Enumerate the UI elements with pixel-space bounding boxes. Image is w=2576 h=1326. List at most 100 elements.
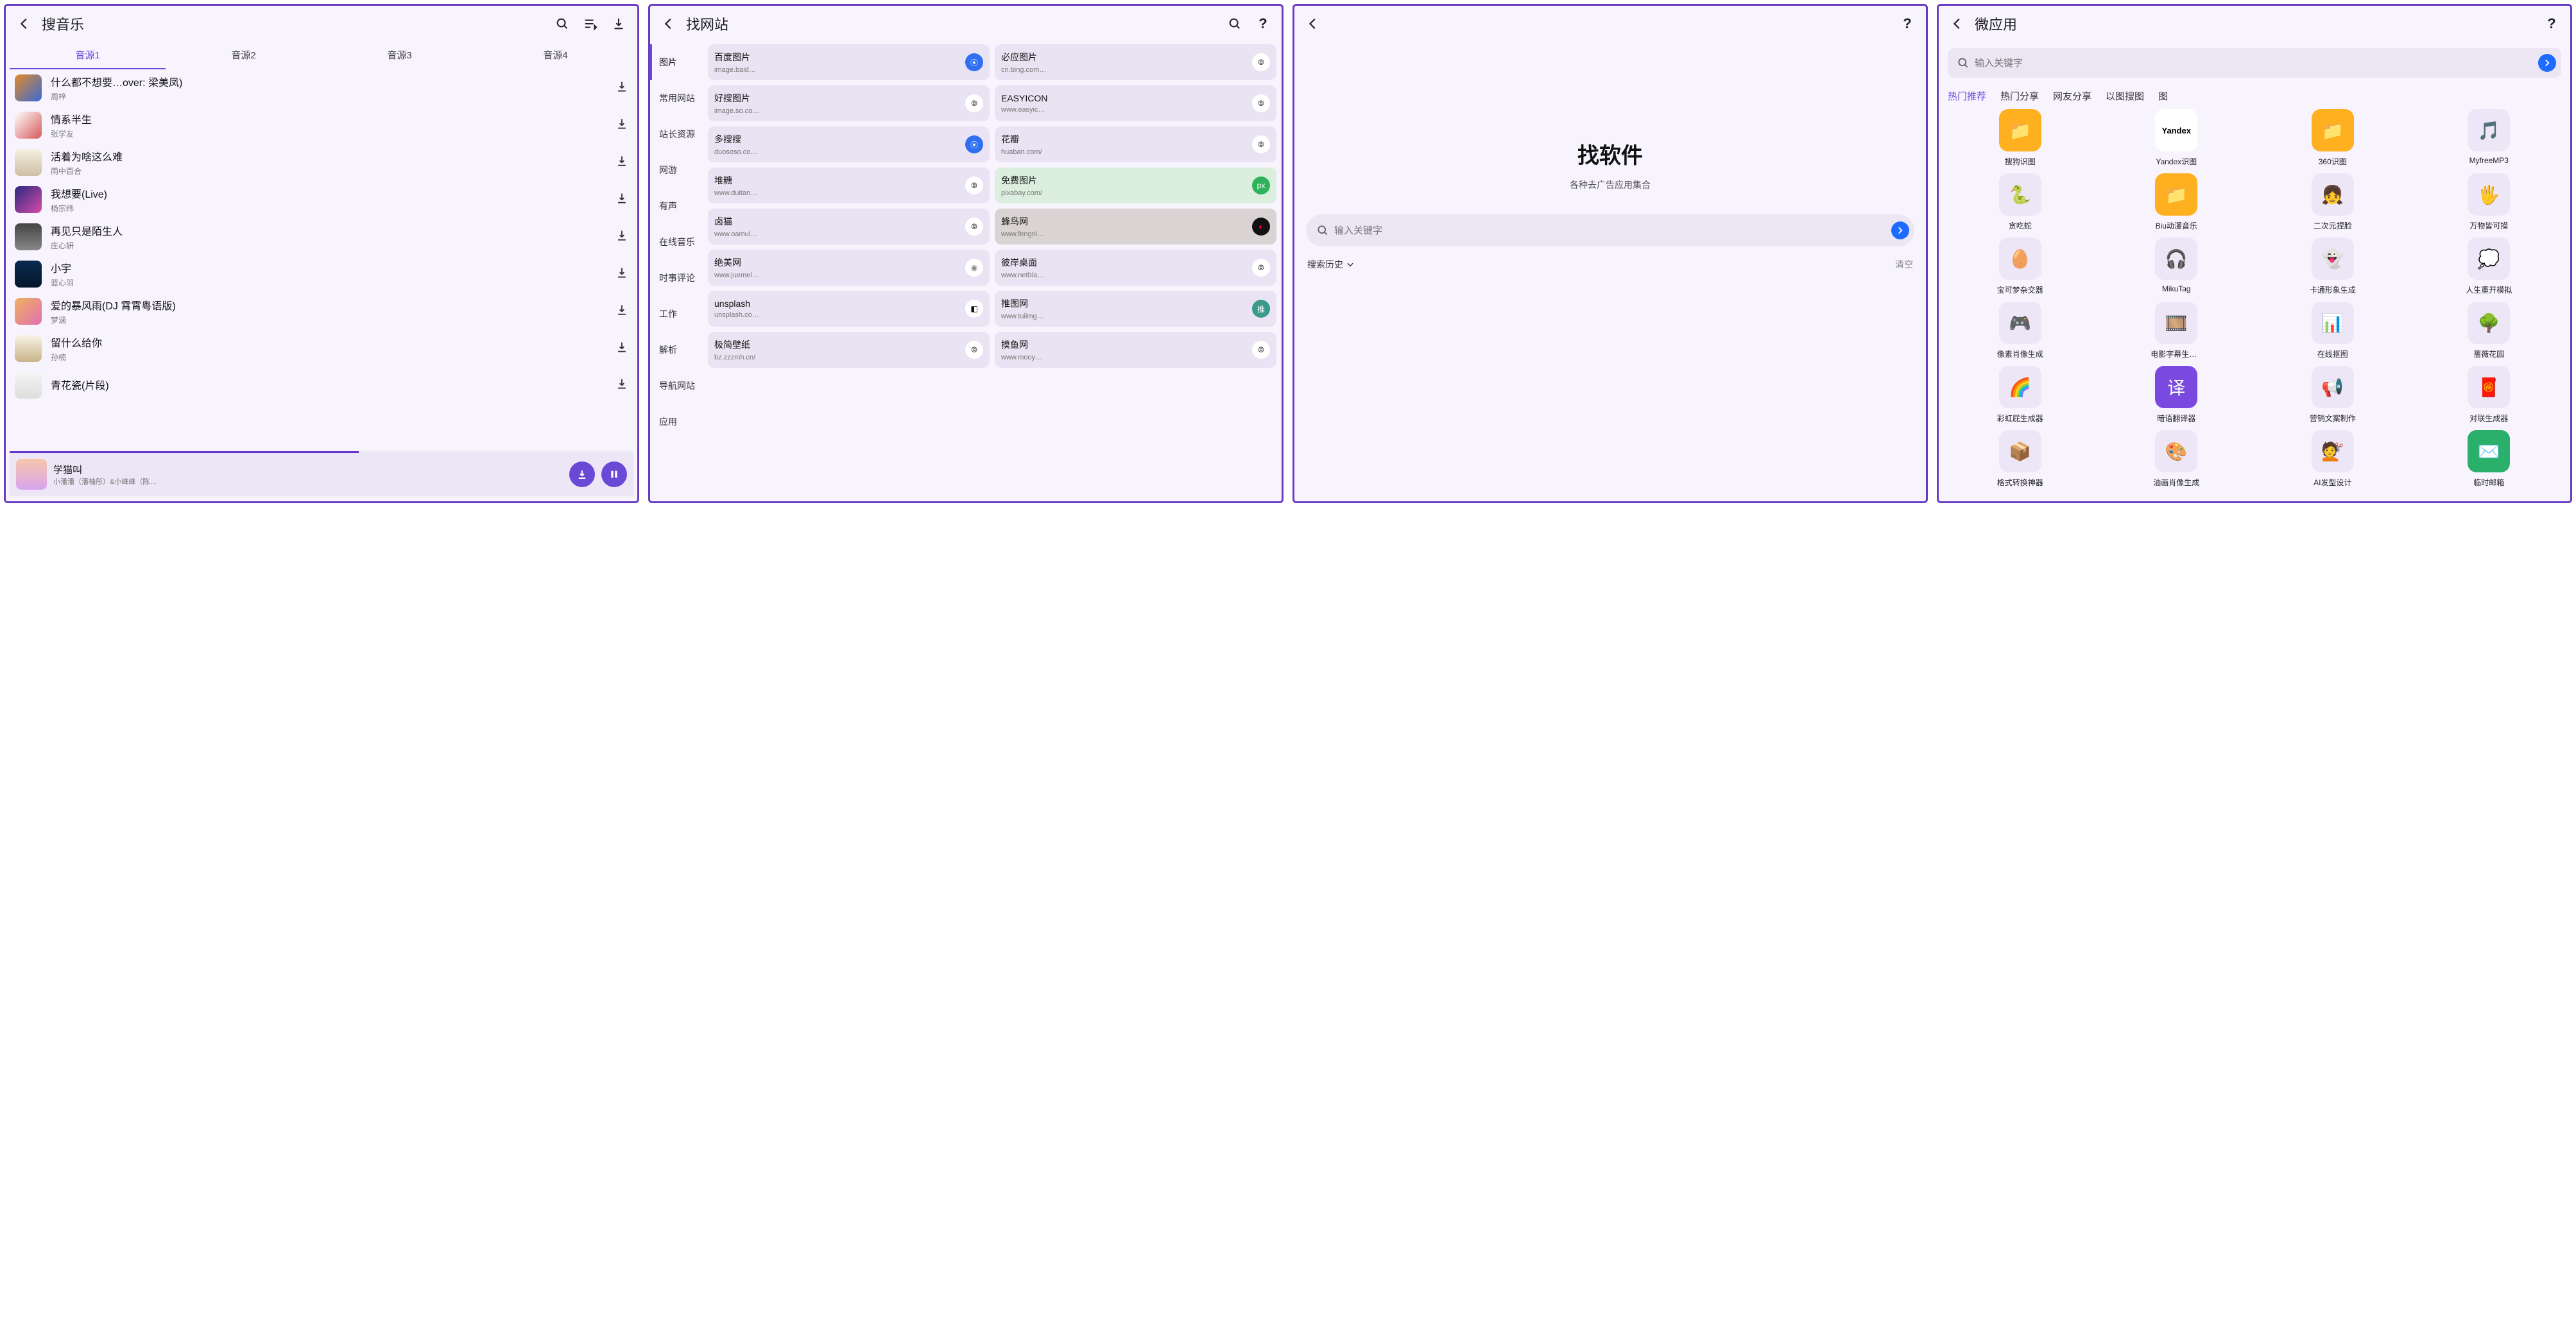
song-download-button[interactable] xyxy=(615,341,628,357)
site-card[interactable]: 好搜图片 image.so.co… ⦾ xyxy=(708,85,990,121)
back-button[interactable] xyxy=(13,13,35,35)
song-row[interactable]: 什么都不想要…over: 梁美凤) 周梓 xyxy=(6,69,637,107)
filter-tab[interactable]: 热门分享 xyxy=(2000,89,2039,103)
download-icon[interactable] xyxy=(608,13,630,35)
song-download-button[interactable] xyxy=(615,304,628,320)
playlist-icon[interactable] xyxy=(580,13,601,35)
site-card[interactable]: 免费图片 pixabay.com/ px xyxy=(995,168,1276,203)
help-icon[interactable]: ? xyxy=(2541,13,2563,35)
app-item[interactable]: 🧧 对联生成器 xyxy=(2413,366,2566,424)
app-item[interactable]: 💭 人生重开模拟 xyxy=(2413,237,2566,295)
search-input[interactable] xyxy=(1334,225,1886,236)
source-tab[interactable]: 音源2 xyxy=(166,42,322,69)
category-item[interactable]: 工作 xyxy=(650,296,708,332)
app-item[interactable]: 🌈 彩虹屁生成器 xyxy=(1944,366,2097,424)
song-row[interactable]: 情系半生 张学友 xyxy=(6,107,637,144)
site-card[interactable]: 推图网 www.tuiimg… 推 xyxy=(995,291,1276,327)
app-item[interactable]: 📁 360识图 xyxy=(2256,109,2409,167)
song-download-button[interactable] xyxy=(615,80,628,96)
progress-bar[interactable] xyxy=(10,451,359,453)
filter-tab[interactable]: 网友分享 xyxy=(2053,89,2091,103)
app-item[interactable]: 🎵 MyfreeMP3 xyxy=(2413,109,2566,167)
app-item[interactable]: Yandex Yandex识图 xyxy=(2100,109,2253,167)
site-card[interactable]: 卤猫 www.oamul… ⦾ xyxy=(708,209,990,245)
source-tab[interactable]: 音源1 xyxy=(10,42,166,69)
app-item[interactable]: 🎮 像素肖像生成 xyxy=(1944,302,2097,359)
song-download-button[interactable] xyxy=(615,377,628,393)
category-item[interactable]: 时事评论 xyxy=(650,260,708,296)
site-card[interactable]: 彼岸桌面 www.netbia… ⦾ xyxy=(995,250,1276,286)
app-item[interactable]: 🎨 油画肖像生成 xyxy=(2100,430,2253,488)
app-item[interactable]: 🐍 贪吃蛇 xyxy=(1944,173,2097,231)
app-item[interactable]: 💇 AI发型设计 xyxy=(2256,430,2409,488)
app-item[interactable]: 📁 Biu动漫音乐 xyxy=(2100,173,2253,231)
back-button[interactable] xyxy=(658,13,680,35)
site-card[interactable]: 必应图片 cn.bing.com… ⦾ xyxy=(995,44,1276,80)
back-button[interactable] xyxy=(1946,13,1968,35)
category-item[interactable]: 有声 xyxy=(650,188,708,224)
song-row[interactable]: 留什么给你 孙楠 xyxy=(6,330,637,367)
app-item[interactable]: 📢 营销文案制作 xyxy=(2256,366,2409,424)
app-item[interactable]: 📊 在线抠图 xyxy=(2256,302,2409,359)
app-item[interactable]: 👧 二次元捏脸 xyxy=(2256,173,2409,231)
site-card[interactable]: 极简壁纸 bz.zzzmh.cn/ ⦾ xyxy=(708,332,990,368)
song-download-button[interactable] xyxy=(615,266,628,282)
song-download-button[interactable] xyxy=(615,117,628,133)
help-icon[interactable]: ? xyxy=(1252,13,1274,35)
song-row[interactable]: 活着为啥这么难 雨中百合 xyxy=(6,144,637,181)
player-download-button[interactable] xyxy=(569,461,595,487)
search-icon[interactable] xyxy=(1224,13,1246,35)
back-button[interactable] xyxy=(1302,13,1324,35)
clear-history-button[interactable]: 清空 xyxy=(1895,258,1913,271)
site-card[interactable]: EASYICON www.easyic… ⦾ xyxy=(995,85,1276,121)
site-card[interactable]: unsplash unsplash.co… ◧ xyxy=(708,291,990,327)
site-card[interactable]: 百度图片 image.baid… ⦿ xyxy=(708,44,990,80)
search-box[interactable] xyxy=(1948,48,2561,78)
song-row[interactable]: 我想要(Live) 杨宗纬 xyxy=(6,181,637,218)
song-download-button[interactable] xyxy=(615,192,628,208)
app-item[interactable]: 🖐️ 万物皆可摸 xyxy=(2413,173,2566,231)
category-item[interactable]: 在线音乐 xyxy=(650,224,708,260)
app-item[interactable]: 译 暗语翻译器 xyxy=(2100,366,2253,424)
help-icon[interactable]: ? xyxy=(1896,13,1918,35)
app-item[interactable]: 🥚 宝可梦杂交器 xyxy=(1944,237,2097,295)
app-item[interactable]: 📦 格式转换神器 xyxy=(1944,430,2097,488)
site-card[interactable]: 绝美网 www.juemei… ◉ xyxy=(708,250,990,286)
category-item[interactable]: 解析 xyxy=(650,332,708,368)
site-card[interactable]: 蜂鸟网 www.fengni… ◐ xyxy=(995,209,1276,245)
category-item[interactable]: 图片 xyxy=(650,44,708,80)
category-item[interactable]: 站长资源 xyxy=(650,116,708,152)
history-label[interactable]: 搜索历史 xyxy=(1307,258,1355,271)
song-download-button[interactable] xyxy=(615,229,628,245)
song-download-button[interactable] xyxy=(615,155,628,171)
site-card[interactable]: 堆糖 www.duitan… ⦾ xyxy=(708,168,990,203)
category-item[interactable]: 应用 xyxy=(650,404,708,440)
search-input[interactable] xyxy=(1975,58,2533,69)
search-box[interactable] xyxy=(1306,214,1914,246)
search-icon[interactable] xyxy=(551,13,573,35)
filter-tab[interactable]: 以图搜图 xyxy=(2106,89,2144,103)
app-item[interactable]: 👻 卡通形象生成 xyxy=(2256,237,2409,295)
app-item[interactable]: 🎧 MikuTag xyxy=(2100,237,2253,295)
mini-player[interactable]: 学猫叫 小潘潘（潘柚彤）&小峰峰（陈… xyxy=(10,452,633,496)
app-item[interactable]: 📁 搜狗识图 xyxy=(1944,109,2097,167)
player-pause-button[interactable] xyxy=(601,461,627,487)
song-row[interactable]: 小宇 蓝心羽 xyxy=(6,255,637,293)
site-card[interactable]: 多搜搜 duososo.co… ⦿ xyxy=(708,126,990,162)
search-go-button[interactable] xyxy=(2538,54,2556,72)
song-row[interactable]: 青花瓷(片段) xyxy=(6,367,637,403)
song-row[interactable]: 再见只是陌生人 庄心妍 xyxy=(6,218,637,255)
category-item[interactable]: 导航网站 xyxy=(650,368,708,404)
site-card[interactable]: 花瓣 huaban.com/ ⦾ xyxy=(995,126,1276,162)
app-item[interactable]: ✉️ 临时邮箱 xyxy=(2413,430,2566,488)
filter-tab[interactable]: 图 xyxy=(2158,89,2168,103)
app-item[interactable]: 🎞️ 电影字幕生成… xyxy=(2100,302,2253,359)
app-item[interactable]: 🌳 蔷薇花园 xyxy=(2413,302,2566,359)
filter-tab[interactable]: 热门推荐 xyxy=(1948,89,1986,103)
source-tab[interactable]: 音源3 xyxy=(322,42,477,69)
category-item[interactable]: 网游 xyxy=(650,152,708,188)
site-card[interactable]: 摸鱼网 www.mooy… ⦾ xyxy=(995,332,1276,368)
search-go-button[interactable] xyxy=(1891,221,1909,239)
song-row[interactable]: 爱的暴风雨(DJ 霄霄粤语版) 梦涵 xyxy=(6,293,637,330)
source-tab[interactable]: 音源4 xyxy=(477,42,633,69)
